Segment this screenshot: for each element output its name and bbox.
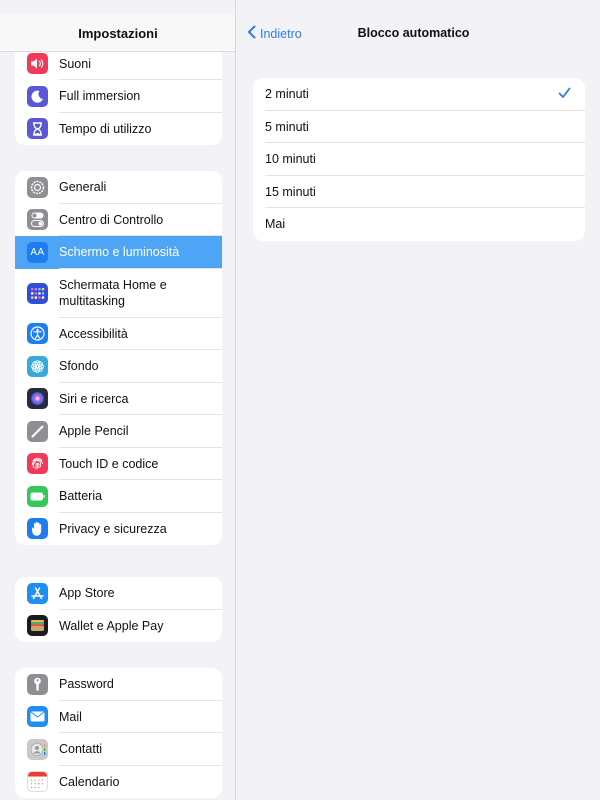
sidebar-item-apple-pencil[interactable]: Apple Pencil <box>15 415 222 448</box>
fingerprint-icon <box>27 453 48 475</box>
wallet-icon <box>27 615 48 637</box>
sidebar-item-label: Batteria <box>59 489 103 504</box>
auto-lock-options: 2 minuti 5 minuti 10 minuti 15 minuti Mai <box>253 78 585 241</box>
sidebar-item-siri-e-ricerca[interactable]: Siri e ricerca <box>15 383 222 415</box>
sidebar-item-label: Full immersion <box>59 89 141 104</box>
settings-group: Password Mail Contatti Calendario <box>15 668 222 798</box>
sidebar-item-schermata-home-e-multitasking[interactable]: Schermata Home e multitasking <box>15 269 222 318</box>
pencil-icon <box>27 420 48 442</box>
flower-icon <box>27 355 48 377</box>
sidebar-item-sfondo[interactable]: Sfondo <box>15 350 222 383</box>
sidebar-title: Impostazioni <box>78 26 158 41</box>
sidebar-item-schermo-e-luminosita[interactable]: AA Schermo e luminosità <box>15 236 222 269</box>
sidebar-item-label: Accessibilità <box>59 326 128 341</box>
option-label: 2 minuti <box>265 87 309 102</box>
settings-group: Suoni Full immersion Tempo di utilizzo <box>15 47 222 145</box>
sidebar-item-touch-id-e-codice[interactable]: Touch ID e codice <box>15 448 222 480</box>
sidebar-item-mail[interactable]: Mail <box>15 701 222 733</box>
sidebar-item-accessibilita[interactable]: Accessibilità <box>15 318 222 350</box>
gear-icon <box>27 176 48 198</box>
sidebar-item-app-store[interactable]: App Store <box>15 577 222 610</box>
hourglass-icon <box>27 118 48 140</box>
auto-lock-option[interactable]: 5 minuti <box>253 111 585 143</box>
sidebar-item-label: Apple Pencil <box>59 424 129 439</box>
sidebar-item-label: Password <box>59 677 114 692</box>
sidebar-item-label: Mail <box>59 709 82 724</box>
sidebar-header: Impostazioni <box>0 14 235 52</box>
speaker-icon <box>27 53 48 74</box>
sidebar-item-generali[interactable]: Generali <box>15 171 222 204</box>
option-label: 5 minuti <box>265 119 309 134</box>
app-store-icon <box>27 582 48 604</box>
auto-lock-option[interactable]: 10 minuti <box>253 143 585 176</box>
accessibility-icon <box>27 323 48 345</box>
text-size-icon: AA <box>27 241 48 263</box>
option-label: 15 minuti <box>265 184 316 199</box>
settings-group: App Store Wallet e Apple Pay <box>15 577 222 642</box>
option-label: 10 minuti <box>265 152 316 167</box>
sidebar-item-label: Siri e ricerca <box>59 391 129 406</box>
sidebar-item-label: Schermo e luminosità <box>59 245 180 260</box>
sidebar-item-label: App Store <box>59 586 115 601</box>
sidebar-item-tempo-di-utilizzo[interactable]: Tempo di utilizzo <box>15 113 222 146</box>
sidebar-item-batteria[interactable]: Batteria <box>15 480 222 513</box>
siri-icon <box>27 388 48 410</box>
sidebar-item-privacy-e-sicurezza[interactable]: Privacy e sicurezza <box>15 513 222 546</box>
calendar-icon <box>27 771 48 793</box>
page-title: Blocco automatico <box>357 26 470 40</box>
sidebar-item-label: Generali <box>59 180 107 195</box>
sidebar-item-label: Privacy e sicurezza <box>59 521 167 536</box>
settings-sidebar: Impostazioni Suoni Full immersion Tempo di… <box>0 0 236 800</box>
sidebar-item-label: Tempo di utilizzo <box>59 121 152 136</box>
auto-lock-option[interactable]: 2 minuti <box>253 78 585 111</box>
auto-lock-option[interactable]: Mai <box>253 208 585 241</box>
battery-icon <box>27 485 48 507</box>
option-label: Mai <box>265 217 286 232</box>
key-icon <box>27 673 48 695</box>
sidebar-item-wallet-e-apple-pay[interactable]: Wallet e Apple Pay <box>15 610 222 643</box>
toggles-icon <box>27 209 48 231</box>
sidebar-item-label: Wallet e Apple Pay <box>59 618 164 633</box>
sidebar-item-label: Suoni <box>59 56 91 71</box>
hand-icon <box>27 518 48 540</box>
auto-lock-option[interactable]: 15 minuti <box>253 176 585 208</box>
home-grid-icon <box>27 282 48 304</box>
sidebar-item-label: Centro di Controllo <box>59 212 164 227</box>
sidebar-item-contatti[interactable]: Contatti <box>15 733 222 766</box>
sidebar-item-label: Touch ID e codice <box>59 456 159 471</box>
sidebar-item-calendario[interactable]: Calendario <box>15 766 222 799</box>
settings-group: Generali Centro di Controllo AA Schermo e l… <box>15 171 222 545</box>
sidebar-item-centro-di-controllo[interactable]: Centro di Controllo <box>15 204 222 236</box>
detail-pane: Indietro Blocco automatico 2 minuti 5 min… <box>237 0 600 800</box>
mail-icon <box>27 706 48 728</box>
sidebar-item-password[interactable]: Password <box>15 668 222 701</box>
sidebar-item-label: Sfondo <box>59 359 99 374</box>
sidebar-item-label: Contatti <box>59 742 103 757</box>
moon-icon <box>27 85 48 107</box>
sidebar-item-label: Schermata Home e multitasking <box>59 278 167 308</box>
sidebar-item-label: Calendario <box>59 774 120 789</box>
contacts-icon <box>27 738 48 760</box>
checkmark-icon <box>558 86 571 104</box>
sidebar-item-full-immersion[interactable]: Full immersion <box>15 80 222 113</box>
